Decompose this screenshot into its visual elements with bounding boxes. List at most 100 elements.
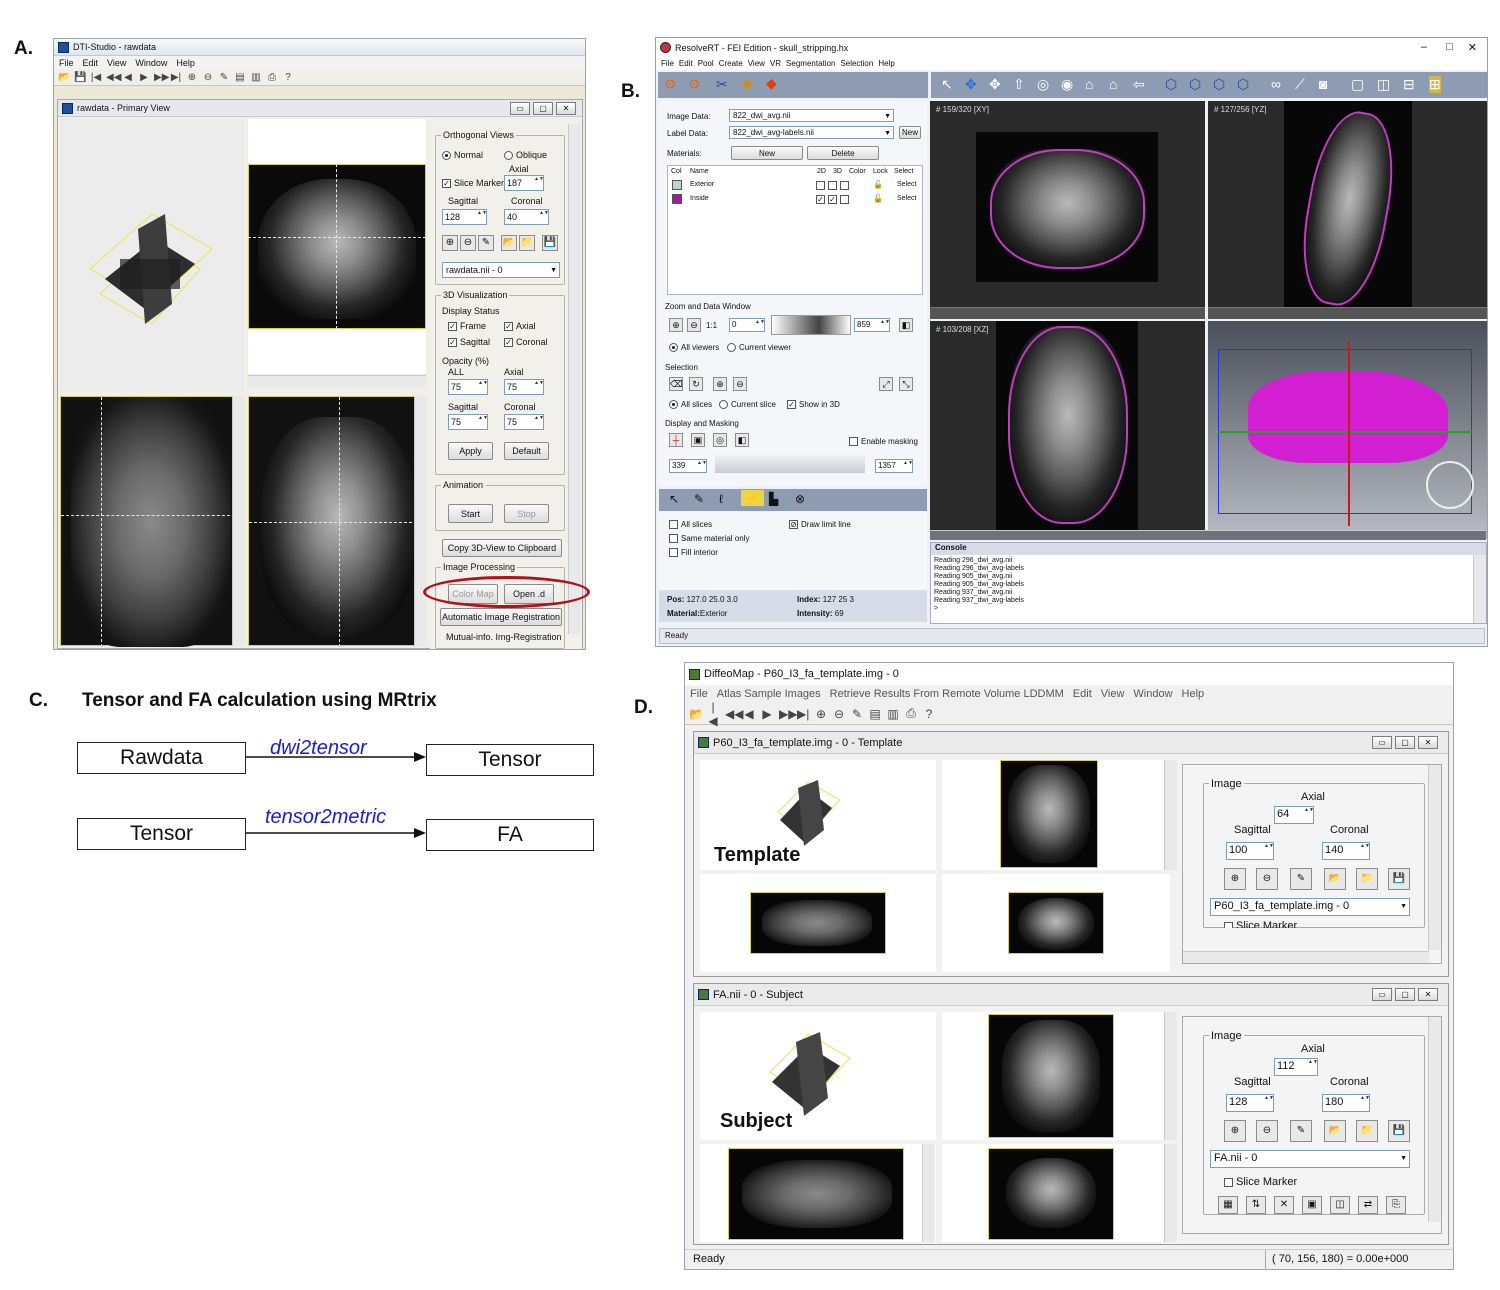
same-material-checkbox[interactable]: Same material only (669, 534, 749, 544)
view-coronal[interactable] (248, 396, 427, 647)
next-icon[interactable]: ▶ (138, 72, 150, 83)
last-frame-icon[interactable]: ▶| (170, 72, 182, 83)
control-panel-scrollbar[interactable] (568, 124, 581, 634)
subject-sagittal-scrollbar[interactable] (922, 1144, 935, 1242)
rewind-icon[interactable]: ◀◀ (106, 72, 121, 83)
close-button[interactable]: ✕ (1418, 988, 1438, 1001)
coronal-checkbox[interactable]: ✓ Coronal (504, 337, 548, 348)
menu-atlas[interactable]: Atlas Sample Images (717, 688, 821, 700)
new-label-button[interactable]: New (899, 126, 921, 139)
pool-icon[interactable]: ⚙ (664, 76, 677, 93)
menu-edit[interactable]: Edit (1073, 688, 1092, 700)
view-axial[interactable] (248, 119, 426, 374)
sagittal-spinner[interactable]: 128 (442, 209, 487, 225)
prev-icon[interactable]: ◀ (743, 707, 755, 721)
move-icon[interactable]: ✥ (989, 76, 1001, 93)
open-folder-icon[interactable]: 📂 (58, 72, 70, 83)
coronal-opacity-spinner[interactable]: 75 (504, 414, 544, 430)
menu-create[interactable]: Create (719, 59, 743, 68)
mask-high-spinner[interactable]: 1357 (875, 459, 913, 473)
menu-file[interactable]: File (690, 688, 708, 700)
print-icon[interactable]: ⎙ (905, 706, 917, 721)
menu-edit[interactable]: Edit (679, 59, 693, 68)
tools-icon[interactable]: ✎ (1290, 1120, 1312, 1142)
fill-interior-checkbox[interactable]: Fill interior (669, 548, 718, 558)
subject-coronal-scrollbar[interactable] (1164, 1144, 1177, 1242)
template-panel-scrollbar[interactable] (1428, 765, 1441, 950)
sagittal-spinner[interactable]: 100 (1226, 842, 1274, 860)
expand-icon[interactable]: ⤢ (879, 377, 893, 391)
coronal-spinner[interactable]: 40 (504, 209, 549, 225)
orientation-gizmo-icon[interactable] (1426, 461, 1474, 509)
save-icon[interactable]: 💾 (542, 235, 558, 251)
snapshot-icon[interactable]: ◙ (1319, 76, 1327, 92)
zoom-in-icon[interactable]: ⊕ (815, 707, 827, 721)
default-button[interactable]: Default (504, 442, 549, 460)
tree-icon[interactable]: ⚙ (688, 76, 701, 93)
maximize-button[interactable]: ▢ (1395, 736, 1415, 749)
menu-file[interactable]: File (661, 59, 674, 68)
label-data-select[interactable]: 822_dwi_avg-labels.nii (729, 126, 894, 139)
pointer-icon[interactable]: ↖ (941, 76, 953, 93)
orbit-icon[interactable]: ◎ (1037, 76, 1049, 93)
menu-view[interactable]: View (748, 59, 765, 68)
dataset-select[interactable]: rawdata.nii - 0 (442, 262, 560, 278)
template-coronal-view[interactable] (942, 874, 1170, 972)
menu-retrieve[interactable]: Retrieve Results From Remote Volume LDDM… (830, 688, 1064, 700)
maximize-button[interactable]: □ (1446, 41, 1453, 53)
menu-selection[interactable]: Selection (840, 59, 873, 68)
save-folder-icon[interactable]: 📁 (1356, 1120, 1378, 1142)
save-folder-icon[interactable]: 📁 (519, 235, 535, 251)
brush-icon[interactable]: ✎ (694, 492, 704, 506)
tools-icon[interactable]: ✎ (851, 707, 863, 721)
colormap-icon[interactable]: ◧ (899, 318, 913, 332)
template-dataset-select[interactable]: P60_I3_fa_template.img - 0 (1210, 898, 1410, 916)
menu-file[interactable]: File (59, 58, 74, 68)
fast-forward-icon[interactable]: ▶▶ (154, 72, 169, 83)
maximize-button[interactable]: ▢ (1395, 988, 1415, 1001)
coronal-scrollbar[interactable] (414, 396, 427, 646)
lock-icon[interactable]: 🔓 (873, 180, 883, 189)
coronal-spinner[interactable]: 140 (1322, 842, 1370, 860)
zoom-out-icon[interactable]: ⊖ (833, 707, 845, 721)
tools-icon[interactable]: ✎ (218, 72, 230, 83)
save-icon[interactable]: 💾 (1388, 868, 1410, 890)
threshold-icon[interactable]: ▙ (769, 492, 778, 506)
zoom-ratio[interactable]: 1:1 (706, 321, 717, 330)
overlay-icon[interactable]: ▣ (691, 433, 705, 447)
close-button[interactable]: ✕ (1468, 41, 1477, 54)
refresh-icon[interactable]: ↻ (689, 377, 703, 391)
zoom-out-icon[interactable]: ⊖ (202, 72, 214, 83)
subject-axial-scrollbar[interactable] (1164, 1012, 1177, 1140)
tools-icon[interactable]: ✎ (478, 235, 494, 251)
lasso-icon[interactable]: ℓ (719, 492, 723, 506)
zoom-out-icon[interactable]: ⊖ (687, 318, 701, 332)
lower-viewer-scrollbar[interactable] (930, 530, 1486, 540)
zoom-out-icon[interactable]: ⊖ (460, 235, 476, 251)
console-scrollbar[interactable] (1473, 555, 1486, 623)
shrink-icon[interactable]: ⤡ (899, 377, 913, 391)
render-icon[interactable]: ◆ (766, 75, 777, 92)
subject-coronal-view[interactable] (942, 1144, 1170, 1242)
magic-wand-icon[interactable]: ⚡ (741, 490, 764, 506)
rewind-icon[interactable]: ◀◀ (725, 707, 743, 721)
open-folder-icon[interactable]: 📂 (1324, 868, 1346, 890)
minimize-button[interactable]: – (1421, 41, 1427, 53)
enable-masking-checkbox[interactable]: Enable masking (849, 437, 918, 447)
stereo-icon[interactable]: ∞ (1271, 76, 1281, 92)
zoom-icon[interactable]: ◉ (1061, 76, 1073, 93)
layers-icon[interactable]: ◈ (742, 75, 753, 92)
menu-view[interactable]: View (1101, 688, 1125, 700)
all-slices-radio[interactable]: All slices (669, 400, 712, 410)
layout-stack-icon[interactable]: ⊟ (1403, 76, 1415, 93)
view-3d[interactable] (60, 119, 244, 391)
window-min-spinner[interactable]: 0 (729, 318, 765, 332)
menu-help[interactable]: Help (176, 58, 195, 68)
axial-spinner[interactable]: 187 (504, 175, 544, 191)
window-max-spinner[interactable]: 859 (854, 318, 890, 332)
axial-checkbox[interactable]: ✓ Axial (504, 321, 536, 332)
viewer-yz[interactable]: # 127/256 [YZ] (1208, 101, 1487, 319)
frame-icon[interactable]: ▣ (1302, 1196, 1322, 1214)
zoom-out-icon[interactable]: ⊖ (1256, 868, 1278, 890)
prev-icon[interactable]: ◀ (122, 72, 134, 83)
